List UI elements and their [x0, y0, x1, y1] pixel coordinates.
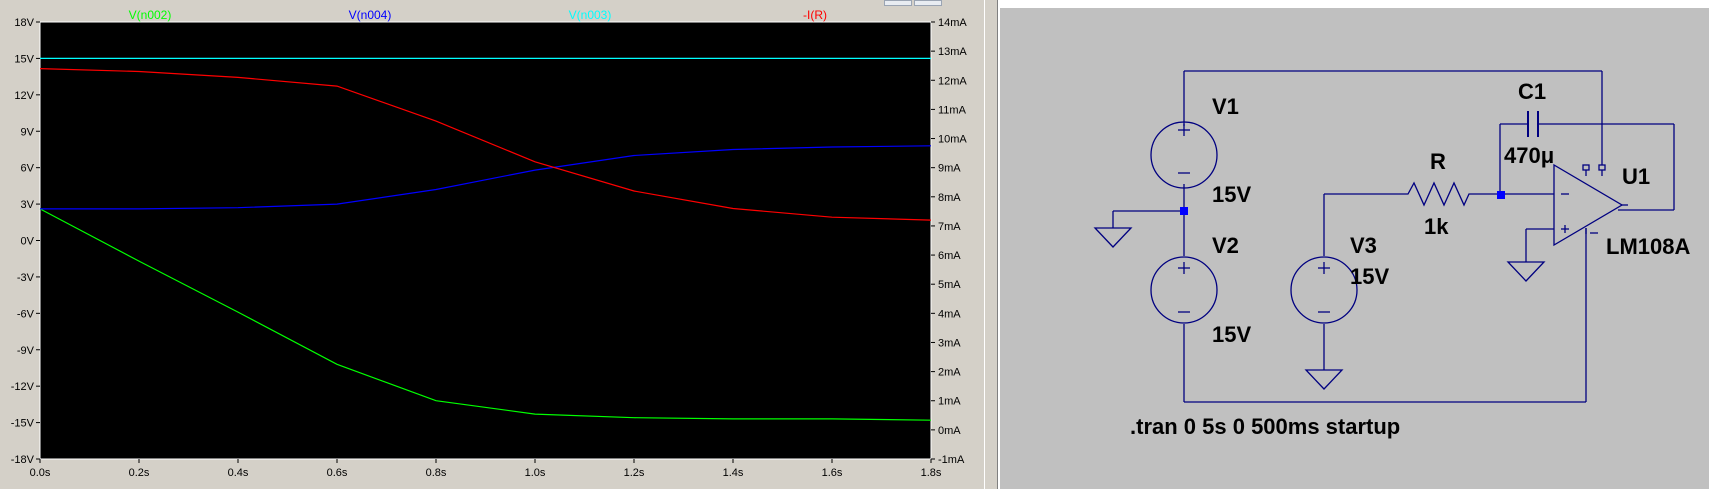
v2-name: V2	[1212, 233, 1239, 258]
v3-value: 15V	[1350, 264, 1389, 289]
right-axis-tick-label: 12mA	[938, 75, 967, 87]
left-axis-tick-label: -6V	[17, 308, 35, 320]
right-axis-tick-label: 3mA	[938, 337, 961, 349]
trace-legend-label[interactable]: -I(R)	[803, 8, 827, 22]
x-axis-tick-label: 1.6s	[822, 467, 843, 479]
r-value: 1k	[1424, 214, 1449, 239]
right-axis-tick-label: 4mA	[938, 308, 961, 320]
right-axis-tick-label: 0mA	[938, 425, 961, 437]
u1-name: U1	[1622, 164, 1650, 189]
x-axis-tick-label: 1.0s	[525, 467, 546, 479]
left-axis-tick-label: -18V	[11, 454, 35, 466]
v2-value: 15V	[1212, 322, 1251, 347]
v1-value: 15V	[1212, 182, 1251, 207]
right-axis-tick-label: 13mA	[938, 46, 967, 58]
right-axis-tick-label: 14mA	[938, 17, 967, 29]
schematic-svg[interactable]: V1 15V V2 15V V3 15V R 1k C1 470μ U1 LM1…	[998, 0, 1709, 489]
left-axis-tick-label: -3V	[17, 272, 35, 284]
left-axis-tick-label: 18V	[14, 17, 34, 29]
trace-legend-label[interactable]: V(n002)	[129, 8, 172, 22]
x-axis-tick-label: 0.0s	[30, 467, 51, 479]
right-axis-tick-label: 1mA	[938, 396, 961, 408]
right-axis-tick-label: 5mA	[938, 279, 961, 291]
trace-legend-label[interactable]: V(n003)	[569, 8, 612, 22]
v3-name: V3	[1350, 233, 1377, 258]
left-axis-tick-label: 12V	[14, 90, 34, 102]
junction-dot[interactable]	[1497, 191, 1505, 199]
x-axis-tick-label: 0.6s	[327, 467, 348, 479]
x-axis-tick-label: 0.2s	[129, 467, 150, 479]
c1-name: C1	[1518, 79, 1546, 104]
right-axis-tick-label: -1mA	[938, 454, 965, 466]
right-axis-tick-label: 6mA	[938, 250, 961, 262]
plot-area[interactable]	[40, 22, 931, 459]
left-axis-tick-label: -15V	[11, 418, 35, 430]
pane-splitter[interactable]	[984, 0, 998, 489]
r-name: R	[1430, 149, 1446, 174]
left-axis-tick-label: 0V	[21, 236, 35, 248]
v1-name: V1	[1212, 94, 1239, 119]
c1-value: 470μ	[1504, 143, 1554, 168]
left-axis-tick-label: -12V	[11, 381, 35, 393]
trace-legend-label[interactable]: V(n004)	[349, 8, 392, 22]
x-axis-tick-label: 0.8s	[426, 467, 447, 479]
right-axis-tick-label: 9mA	[938, 163, 961, 175]
left-axis-tick-label: -9V	[17, 345, 35, 357]
left-axis-tick-label: 3V	[21, 199, 35, 211]
right-axis-tick-label: 11mA	[938, 104, 967, 116]
waveform-viewer[interactable]: 18V 15V 12V 9V 6V 3V 0V -3V -6V -9V -12V -15V -18V 1…	[0, 0, 984, 489]
right-axis-tick-label: 8mA	[938, 192, 961, 204]
right-axis-tick-label: 7mA	[938, 221, 961, 233]
right-axis-tick-label: 10mA	[938, 134, 967, 146]
x-axis-tick-label: 1.4s	[723, 467, 744, 479]
x-axis-tick-label: 1.8s	[921, 467, 942, 479]
right-axis-tick-label: 2mA	[938, 367, 961, 379]
left-axis-tick-label: 9V	[21, 126, 35, 138]
junction-dot[interactable]	[1180, 207, 1188, 215]
x-axis-tick-label: 1.2s	[624, 467, 645, 479]
schematic-editor[interactable]: V1 15V V2 15V V3 15V R 1k C1 470μ U1 LM1…	[998, 0, 1709, 489]
left-axis-tick-label: 15V	[14, 53, 34, 65]
left-axis-tick-label: 6V	[21, 163, 35, 175]
spice-directive[interactable]: .tran 0 5s 0 500ms startup	[1130, 414, 1400, 439]
u1-value: LM108A	[1606, 234, 1690, 259]
plot-svg[interactable]: 18V 15V 12V 9V 6V 3V 0V -3V -6V -9V -12V -15V -18V 1…	[0, 0, 984, 489]
x-axis-tick-label: 0.4s	[228, 467, 249, 479]
